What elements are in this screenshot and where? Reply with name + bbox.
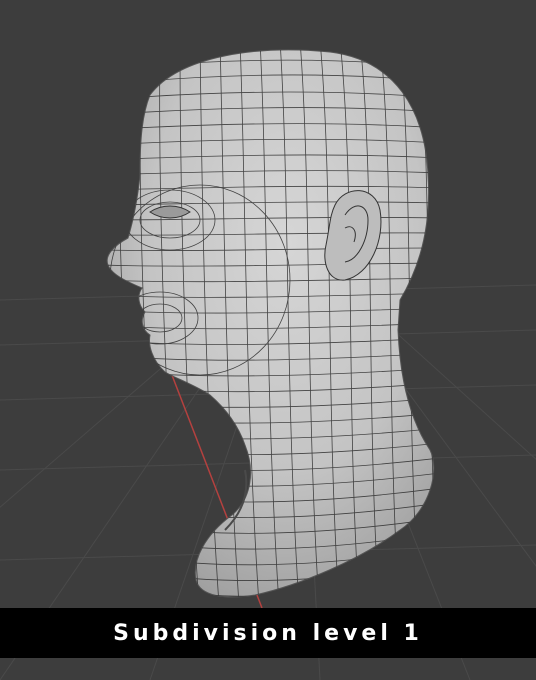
3d-viewport[interactable]: Subdivision level 1 xyxy=(0,0,536,680)
caption-text: Subdivision level 1 xyxy=(113,620,423,646)
viewport-canvas xyxy=(0,40,536,680)
head-mesh[interactable] xyxy=(100,40,440,620)
caption-bar: Subdivision level 1 xyxy=(0,608,536,658)
